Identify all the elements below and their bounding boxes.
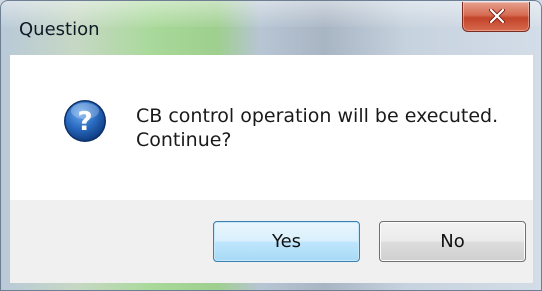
question-dialog: Question ? CB control operation will be … [0, 0, 542, 291]
no-button[interactable]: No [379, 221, 526, 262]
title-bar[interactable]: Question [1, 1, 541, 55]
close-button[interactable] [462, 2, 530, 32]
message-text: CB control operation will be executed. C… [136, 104, 498, 152]
question-icon: ? [64, 100, 106, 142]
window-title: Question [19, 19, 100, 40]
close-icon [489, 9, 505, 23]
yes-button[interactable]: Yes [213, 221, 360, 262]
button-bar: Yes No [10, 200, 533, 283]
message-line-1: CB control operation will be executed. [136, 105, 499, 127]
message-line-2: Continue? [136, 129, 232, 151]
message-area: ? CB control operation will be executed.… [10, 55, 533, 200]
svg-text:?: ? [77, 107, 92, 137]
